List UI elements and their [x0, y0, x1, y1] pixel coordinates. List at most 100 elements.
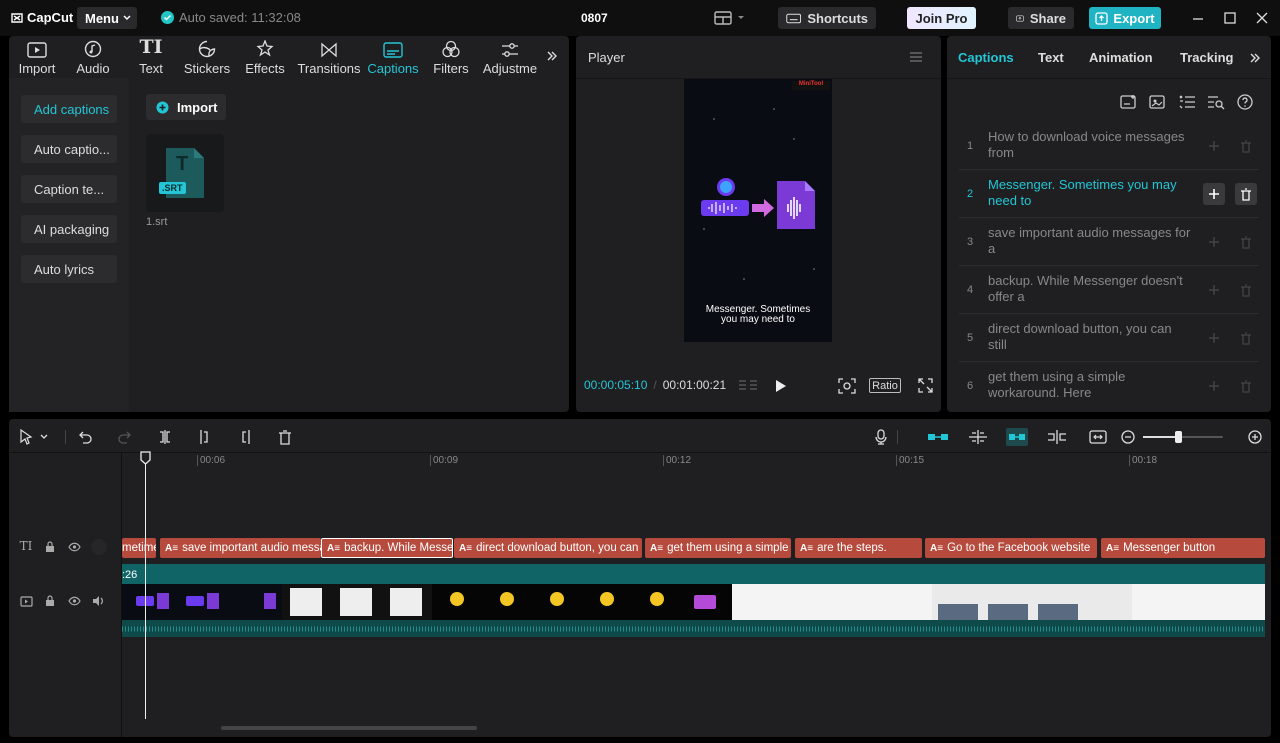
caption-clip[interactable]: A≡ are the steps. — [795, 538, 922, 558]
trash-icon[interactable] — [1235, 231, 1257, 253]
zoom-slider[interactable] — [1143, 431, 1223, 443]
caption-text[interactable]: save important audio messages for a — [988, 225, 1193, 257]
tab-right-tracking[interactable]: Tracking — [1180, 50, 1233, 65]
ai-packaging-button[interactable]: AI packaging — [21, 215, 117, 243]
trash-icon[interactable] — [1235, 279, 1257, 301]
tab-right-animation[interactable]: Animation — [1089, 50, 1153, 65]
chevron-down-icon[interactable] — [39, 428, 49, 446]
tab-effects[interactable]: Effects — [239, 36, 291, 78]
plus-icon[interactable] — [1203, 183, 1225, 205]
video-frames-strip[interactable] — [122, 584, 1265, 620]
tab-right-captions[interactable]: Captions — [958, 50, 1014, 65]
auto-captions-button[interactable]: Auto captio... — [21, 135, 117, 163]
timeline-grid-icon[interactable] — [738, 379, 758, 393]
split-icon[interactable] — [156, 428, 174, 446]
share-button[interactable]: Share — [1008, 7, 1074, 29]
delete-icon[interactable] — [276, 428, 294, 446]
caption-text[interactable]: How to download voice messages from — [988, 129, 1193, 161]
tab-import[interactable]: Import — [11, 36, 63, 78]
auto-snap-icon[interactable] — [968, 428, 988, 446]
tab-text[interactable]: TI Text — [125, 36, 177, 78]
caption-row[interactable]: 5 direct download button, you can still — [959, 314, 1259, 362]
tab-filters[interactable]: Filters — [425, 36, 477, 78]
timeline-scrollbar[interactable] — [221, 726, 477, 730]
fit-view-icon[interactable] — [838, 378, 856, 394]
playhead[interactable] — [145, 453, 146, 719]
audio-waveform[interactable] — [122, 620, 1265, 637]
caption-row[interactable]: 6 get them using a simple workaround. He… — [959, 362, 1259, 410]
srt-file-thumbnail[interactable]: T .SRT — [146, 134, 224, 212]
trash-icon[interactable] — [1235, 135, 1257, 157]
caption-clip-selected[interactable]: A≡backup. While Messenger — [321, 538, 453, 558]
caption-clip[interactable]: A≡ direct download button, you can — [454, 538, 642, 558]
microphone-icon[interactable] — [872, 428, 890, 446]
export-button[interactable]: Export — [1089, 7, 1161, 29]
hamburger-menu-icon[interactable] — [909, 51, 923, 63]
caption-template-button[interactable]: Caption te... — [21, 175, 117, 203]
lock-icon[interactable] — [43, 594, 57, 608]
caption-text[interactable]: Messenger. Sometimes you may need to — [988, 177, 1193, 209]
zoom-slider-handle[interactable] — [1175, 431, 1182, 443]
fit-timeline-icon[interactable] — [1088, 428, 1108, 446]
caption-row[interactable]: 2 Messenger. Sometimes you may need to — [959, 170, 1259, 218]
zoom-in-icon[interactable] — [1246, 428, 1264, 446]
caption-row[interactable]: 3 save important audio messages for a — [959, 218, 1259, 266]
caption-text[interactable]: get them using a simple workaround. Here — [988, 369, 1193, 401]
caption-clip[interactable]: A≡ Go to the Facebook website — [925, 538, 1097, 558]
lock-icon[interactable] — [43, 540, 57, 554]
layout-button[interactable] — [714, 11, 745, 25]
project-title[interactable]: 0807 — [581, 11, 608, 25]
caption-text[interactable]: direct download button, you can still — [988, 321, 1193, 353]
preview-axis-icon[interactable] — [1047, 428, 1067, 446]
tab-adjustment[interactable]: Adjustme — [481, 36, 539, 78]
more-tabs-icon[interactable] — [1249, 52, 1261, 64]
auto-lyrics-button[interactable]: Auto lyrics — [21, 255, 117, 283]
zoom-out-icon[interactable] — [1119, 428, 1137, 446]
add-caption-icon[interactable] — [1119, 92, 1139, 112]
minimize-icon[interactable] — [1190, 10, 1206, 26]
import-button[interactable]: Import — [146, 94, 226, 120]
more-tabs-icon[interactable] — [546, 50, 558, 62]
fullscreen-icon[interactable] — [918, 378, 933, 393]
caption-text[interactable]: backup. While Messenger doesn't offer a — [988, 273, 1193, 305]
help-icon[interactable] — [1235, 92, 1255, 112]
caption-row[interactable]: 4 backup. While Messenger doesn't offer … — [959, 266, 1259, 314]
list-style-icon[interactable] — [1177, 92, 1197, 112]
linkage-icon[interactable] — [1006, 428, 1028, 446]
undo-icon[interactable] — [76, 428, 94, 446]
caption-clip[interactable]: metime — [122, 538, 156, 558]
eye-icon[interactable] — [67, 594, 81, 608]
redo-icon[interactable] — [116, 428, 134, 446]
speaker-icon[interactable] — [91, 594, 105, 608]
find-replace-icon[interactable] — [1206, 92, 1226, 112]
close-icon[interactable] — [1254, 10, 1270, 26]
shortcuts-button[interactable]: Shortcuts — [778, 7, 876, 29]
maximize-icon[interactable] — [1222, 10, 1238, 26]
select-tool-icon[interactable] — [17, 428, 35, 446]
tab-captions[interactable]: Captions — [365, 36, 421, 78]
caption-clip[interactable]: A≡save important audio messages — [160, 538, 321, 558]
plus-icon[interactable] — [1203, 375, 1225, 397]
caption-row[interactable]: 1 How to download voice messages from — [959, 122, 1259, 170]
eye-icon[interactable] — [67, 540, 81, 554]
ratio-button[interactable]: Ratio — [869, 378, 901, 393]
tab-right-text[interactable]: Text — [1038, 50, 1064, 65]
delete-left-icon[interactable] — [196, 428, 214, 446]
add-captions-button[interactable]: Add captions — [21, 95, 117, 123]
plus-icon[interactable] — [1203, 327, 1225, 349]
tab-stickers[interactable]: Stickers — [181, 36, 233, 78]
plus-icon[interactable] — [1203, 135, 1225, 157]
main-track-magnet-icon[interactable] — [927, 428, 949, 446]
video-preview[interactable]: MiniTool Messenger. Sometimes you may ne… — [684, 79, 832, 342]
plus-icon[interactable] — [1203, 231, 1225, 253]
caption-clip[interactable]: A≡ get them using a simple — [645, 538, 791, 558]
menu-button[interactable]: Menu — [77, 7, 137, 29]
video-clip-header[interactable] — [122, 564, 1265, 584]
plus-icon[interactable] — [1203, 279, 1225, 301]
caption-clip[interactable]: A≡ Messenger button — [1101, 538, 1265, 558]
trash-icon[interactable] — [1235, 375, 1257, 397]
delete-right-icon[interactable] — [236, 428, 254, 446]
join-pro-button[interactable]: Join Pro — [907, 7, 976, 29]
playhead-handle[interactable] — [140, 451, 151, 465]
audio-toggle-icon[interactable] — [91, 539, 107, 555]
